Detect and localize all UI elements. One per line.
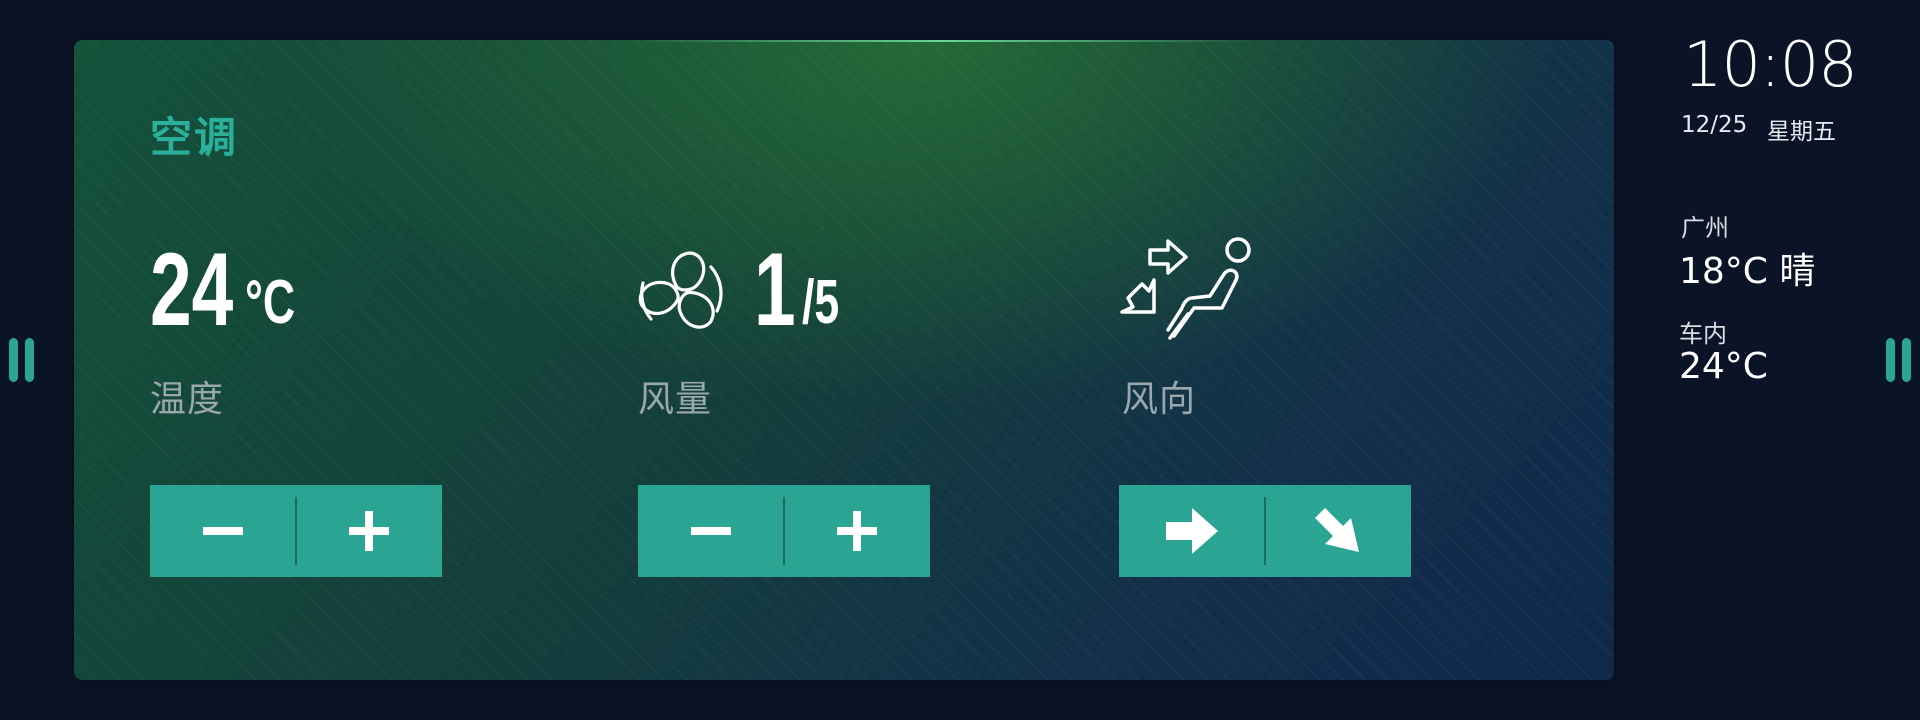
minus-icon (203, 527, 243, 535)
airflow-face-button[interactable] (1119, 485, 1265, 577)
fan-speed-controls (638, 485, 930, 577)
left-drag-handle[interactable] (9, 338, 35, 382)
plus-icon (349, 511, 389, 551)
airflow-label: 风向 (1122, 379, 1197, 420)
fan-speed-label: 风量 (638, 379, 713, 420)
climate-panel: 空调 24 °C 温度 1 /5 风量 风向 (74, 40, 1614, 680)
date-text: 12/25 (1681, 112, 1748, 138)
temperature-unit: °C (245, 268, 296, 337)
temperature-increase-button[interactable] (296, 485, 442, 577)
seat-airflow-icon (1120, 237, 1251, 340)
panel-title: 空调 (150, 113, 239, 162)
outside-weather: 18°C 晴 (1679, 251, 1816, 292)
city-name: 广州 (1681, 214, 1729, 242)
temperature-decrease-button[interactable] (150, 485, 296, 577)
temperature-value: 24 (150, 232, 234, 348)
inside-temp-label: 车内 (1679, 320, 1727, 348)
airflow-controls (1119, 485, 1411, 577)
plus-icon (837, 511, 877, 551)
fan-icon (638, 251, 723, 329)
temperature-label: 温度 (150, 379, 225, 420)
temperature-controls (150, 485, 442, 577)
arrow-down-right-icon (1315, 508, 1359, 552)
fan-speed-decrease-button[interactable] (638, 485, 784, 577)
weekday-text: 星期五 (1767, 119, 1836, 145)
minus-icon (691, 527, 731, 535)
fan-speed-increase-button[interactable] (784, 485, 930, 577)
climate-screen: 空调 24 °C 温度 1 /5 风量 风向 10:08 12/25 星期五 广… (0, 0, 1920, 720)
inside-temp-value: 24°C (1679, 346, 1768, 387)
right-drag-handle[interactable] (1886, 338, 1912, 382)
fan-speed-max: /5 (802, 268, 840, 337)
fan-speed-value: 1 (754, 232, 796, 348)
airflow-feet-button[interactable] (1265, 485, 1411, 577)
clock-time: 10:08 (1683, 28, 1858, 101)
arrow-right-icon (1166, 508, 1218, 554)
